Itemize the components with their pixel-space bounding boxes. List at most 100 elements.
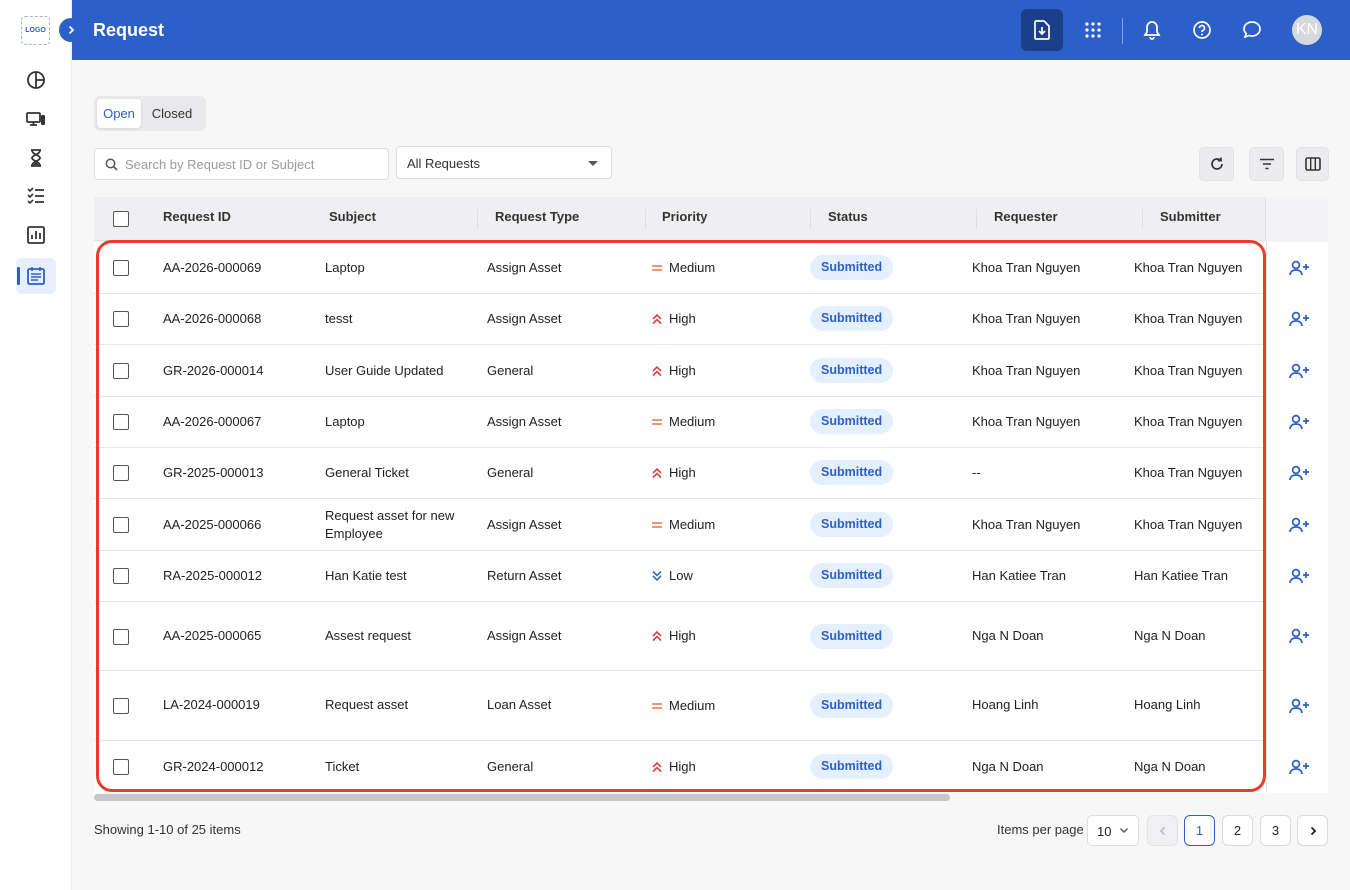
assign-user-button[interactable] (1287, 694, 1311, 718)
column-separator (645, 209, 646, 229)
page-button-1[interactable]: 1 (1184, 815, 1215, 846)
assign-user-button[interactable] (1287, 755, 1311, 779)
table-row[interactable]: AA-2025-000066 Request asset for new Emp… (94, 499, 1328, 551)
chat-button[interactable] (1231, 9, 1273, 51)
assign-user-button[interactable] (1287, 564, 1311, 588)
row-checkbox[interactable] (113, 698, 129, 714)
request-filter-select[interactable]: All Requests (396, 146, 612, 179)
cell-subject: tesst (325, 311, 353, 326)
assign-user-button[interactable] (1287, 624, 1311, 648)
column-header-requester[interactable]: Requester (994, 197, 1058, 241)
cell-request-id[interactable]: AA-2026-000069 (163, 259, 261, 277)
assign-user-button[interactable] (1287, 513, 1311, 537)
sidebar-item-hourglass[interactable] (16, 140, 56, 176)
page-button-3[interactable]: 3 (1260, 815, 1291, 846)
sidebar-expand-button[interactable] (59, 18, 83, 42)
row-actions (1266, 741, 1328, 793)
sidebar-item-requests[interactable] (16, 258, 56, 294)
assign-user-button[interactable] (1287, 256, 1311, 280)
avatar[interactable]: KN (1292, 15, 1322, 45)
help-button[interactable] (1181, 9, 1223, 51)
table-row[interactable]: GR-2025-000013 General Ticket General Hi… (94, 448, 1328, 499)
assign-user-button[interactable] (1287, 461, 1311, 485)
columns-button[interactable] (1296, 147, 1329, 181)
column-header-request-type[interactable]: Request Type (495, 197, 579, 241)
row-checkbox[interactable] (113, 311, 129, 327)
sidebar-item-dashboard[interactable] (16, 62, 56, 98)
tab-open[interactable]: Open (97, 99, 141, 128)
column-header-request-id[interactable]: Request ID (163, 197, 231, 241)
cell-priority: Medium (651, 697, 715, 715)
table-row[interactable]: AA-2025-000065 Assest request Assign Ass… (94, 602, 1328, 671)
cell-request-id[interactable]: AA-2025-000066 (163, 516, 261, 534)
apps-button[interactable] (1072, 9, 1114, 51)
cell-request-type: Assign Asset (487, 414, 562, 429)
status-badge: Submitted (810, 306, 894, 331)
cell-requester: Hoang Linh (972, 697, 1039, 712)
prev-page-button[interactable] (1147, 815, 1178, 846)
column-header-subject[interactable]: Subject (329, 197, 376, 241)
cell-request-id[interactable]: GR-2026-000014 (163, 362, 263, 380)
items-per-page-value: 10 (1097, 824, 1112, 839)
table-row[interactable]: RA-2025-000012 Han Katie test Return Ass… (94, 551, 1328, 602)
select-all-checkbox[interactable] (113, 211, 129, 227)
cell-subject: Ticket (325, 759, 360, 774)
cell-priority: Medium (651, 259, 715, 277)
items-per-page-select[interactable]: 10 (1087, 815, 1139, 846)
sidebar-item-checklist[interactable] (16, 177, 56, 213)
table-row[interactable]: AA-2026-000069 Laptop Assign Asset Mediu… (94, 242, 1328, 294)
cell-request-type: General (487, 465, 534, 480)
cell-request-id[interactable]: LA-2024-000019 (163, 696, 260, 714)
table-row[interactable]: LA-2024-000019 Request asset Loan Asset … (94, 671, 1328, 741)
filter-button[interactable] (1249, 147, 1284, 181)
priority-medium-icon (652, 703, 662, 709)
priority-low-icon (652, 570, 662, 582)
add-user-icon (1288, 260, 1309, 276)
horizontal-scrollbar[interactable] (94, 794, 950, 801)
sidebar-item-assets[interactable] (16, 101, 56, 137)
row-checkbox[interactable] (113, 629, 129, 645)
next-page-button[interactable] (1297, 815, 1328, 846)
row-checkbox[interactable] (113, 363, 129, 379)
cell-request-id[interactable]: AA-2026-000067 (163, 413, 261, 431)
cell-priority: Low (651, 567, 693, 585)
cell-request-id[interactable]: GR-2024-000012 (163, 758, 263, 776)
chevron-right-icon (1310, 826, 1316, 835)
add-user-icon (1288, 568, 1309, 584)
refresh-button[interactable] (1199, 147, 1234, 181)
row-checkbox[interactable] (113, 465, 129, 481)
table-row[interactable]: GR-2024-000012 Ticket General High Submi… (94, 741, 1328, 793)
cell-request-id[interactable]: AA-2026-000068 (163, 310, 261, 328)
cell-request-id[interactable]: AA-2025-000065 (163, 627, 261, 645)
column-header-priority[interactable]: Priority (662, 197, 708, 241)
table-row[interactable]: GR-2026-000014 User Guide Updated Genera… (94, 345, 1328, 397)
column-header-status[interactable]: Status (828, 197, 868, 241)
cell-request-type: General (487, 759, 534, 774)
import-button[interactable] (1021, 9, 1063, 51)
sidebar-item-reports[interactable] (16, 217, 56, 253)
assign-user-button[interactable] (1287, 410, 1311, 434)
row-checkbox[interactable] (113, 568, 129, 584)
table-row[interactable]: AA-2026-000067 Laptop Assign Asset Mediu… (94, 397, 1328, 448)
page-title: Request (93, 20, 165, 40)
notifications-button[interactable] (1131, 9, 1173, 51)
table-row[interactable]: AA-2026-000068 tesst Assign Asset High S… (94, 294, 1328, 345)
assign-user-button[interactable] (1287, 307, 1311, 331)
pie-chart-icon (27, 71, 45, 89)
row-actions (1266, 671, 1328, 741)
row-checkbox[interactable] (113, 759, 129, 775)
cell-request-id[interactable]: GR-2025-000013 (163, 464, 263, 482)
page-button-2[interactable]: 2 (1222, 815, 1253, 846)
status-badge: Submitted (810, 563, 894, 588)
row-checkbox[interactable] (113, 260, 129, 276)
cell-priority: High (651, 310, 696, 328)
cell-request-id[interactable]: RA-2025-000012 (163, 567, 262, 585)
chevron-down-icon (1120, 828, 1128, 833)
search-input[interactable] (125, 150, 380, 178)
assign-user-button[interactable] (1287, 359, 1311, 383)
column-header-submitter[interactable]: Submitter (1160, 197, 1221, 241)
row-checkbox[interactable] (113, 414, 129, 430)
row-checkbox[interactable] (113, 517, 129, 533)
tab-closed[interactable]: Closed (141, 99, 203, 128)
column-separator (976, 209, 977, 229)
